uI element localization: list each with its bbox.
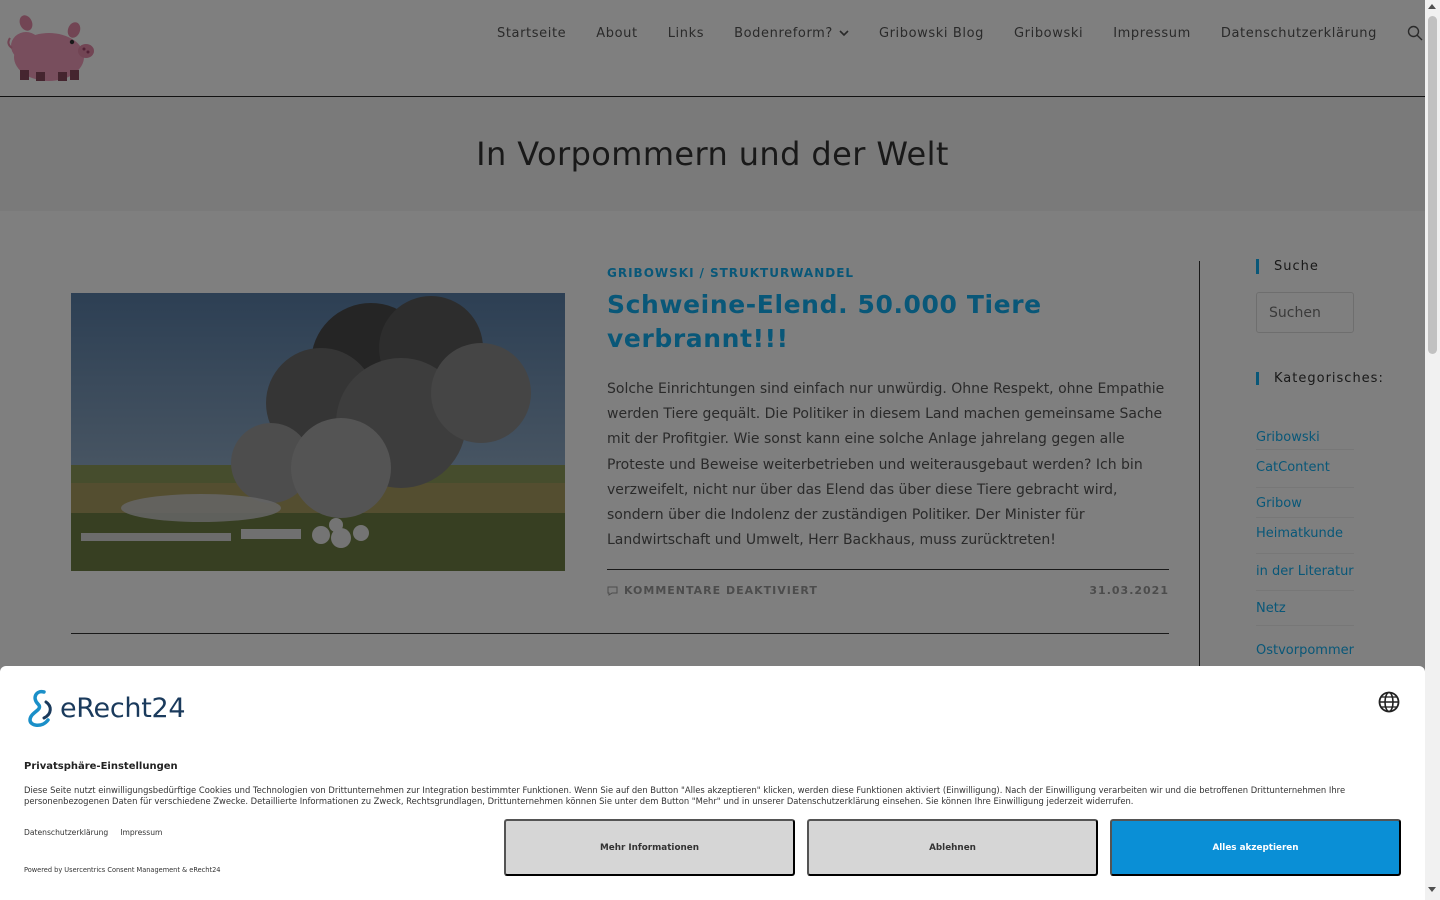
consent-imprint-link[interactable]: Impressum xyxy=(120,828,162,837)
globe-icon[interactable] xyxy=(1378,691,1400,713)
consent-title: Privatsphäre-Einstellungen xyxy=(24,761,178,772)
consent-privacy-link[interactable]: Datenschutzerklärung xyxy=(24,828,108,837)
consent-powered-by: Powered by Usercentrics Consent Manageme… xyxy=(24,866,221,874)
erecht24-logo: eRecht24 xyxy=(24,688,186,728)
decline-button[interactable]: Ablehnen xyxy=(807,819,1098,876)
scroll-up-arrow-icon[interactable] xyxy=(1428,4,1436,9)
erecht24-brand-text: eRecht24 xyxy=(60,692,186,724)
consent-description: Diese Seite nutzt einwilligungsbedürftig… xyxy=(24,785,1346,806)
page-scrollbar[interactable] xyxy=(1425,0,1440,900)
erecht24-logo-icon xyxy=(28,689,52,727)
scrollbar-thumb[interactable] xyxy=(1428,16,1437,354)
consent-links: Datenschutzerklärung Impressum xyxy=(24,828,162,837)
more-info-button[interactable]: Mehr Informationen xyxy=(504,819,795,876)
accept-all-button[interactable]: Alles akzeptieren xyxy=(1110,819,1401,876)
scroll-down-arrow-icon[interactable] xyxy=(1428,887,1436,892)
